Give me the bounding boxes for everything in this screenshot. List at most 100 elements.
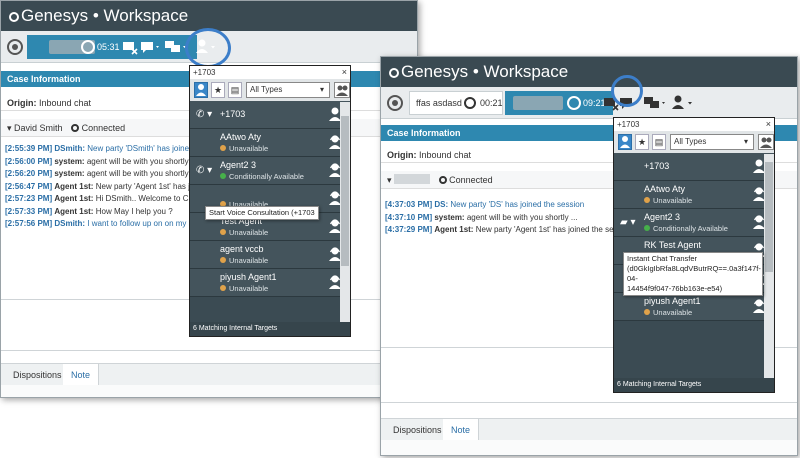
type-filter-value: All Types bbox=[250, 85, 283, 94]
chat-interaction-bar[interactable]: 09:21 bbox=[505, 91, 613, 115]
group-filter-button[interactable] bbox=[758, 134, 774, 150]
title-bar: Genesys • Workspace bbox=[381, 57, 797, 87]
chat-transfer-action-icon[interactable]: ▰ ▾ bbox=[620, 217, 636, 228]
type-filter-select[interactable]: All Types ▾ bbox=[246, 82, 330, 98]
phone-action-icon[interactable]: ✆ ▾ bbox=[196, 109, 212, 120]
status-dot-icon bbox=[644, 225, 650, 231]
status-dot-icon bbox=[644, 197, 650, 203]
party-menu-icon[interactable]: ▾ bbox=[387, 175, 392, 185]
message-text: New party 'DS' has joined the session bbox=[450, 200, 585, 209]
filter-all-button[interactable] bbox=[194, 82, 208, 98]
chat-timer-icon bbox=[567, 96, 581, 110]
message-text: New party 'Agent 1st' has joined the ses… bbox=[475, 225, 633, 234]
voice-consultation-tooltip: Start Voice Consultation (+1703 bbox=[205, 206, 319, 220]
target-name: Agent2 3 bbox=[644, 212, 681, 222]
tooltip-id-line2: 14454f9f047-76bb163e-e54) bbox=[627, 284, 723, 293]
status-text: Unavailable bbox=[229, 228, 269, 237]
target-list-scrollbar[interactable] bbox=[764, 154, 774, 380]
type-filter-select[interactable]: All Types ▾ bbox=[670, 134, 754, 150]
party-status: Connected bbox=[449, 175, 493, 185]
screenshot-before: Genesys • Workspace 05:31 Case Informati… bbox=[0, 0, 418, 398]
chat-transfer-highlight-circle bbox=[611, 75, 643, 107]
target-row[interactable]: ✆ ▾ Agent2 3 Conditionally Available bbox=[190, 157, 350, 185]
message-time: [2:57:56 PM] bbox=[5, 219, 53, 228]
message-time: [4:37:03 PM] bbox=[385, 200, 433, 209]
message-text: agent will be with you shortly ... bbox=[466, 212, 578, 222]
product-name: Workspace bbox=[483, 62, 569, 81]
interaction-bar[interactable]: 05:31 bbox=[27, 35, 197, 59]
popup-filter-bar: ★ ▤ All Types ▾ bbox=[614, 131, 774, 153]
search-input[interactable]: +1703 bbox=[193, 68, 215, 77]
tab-content-area bbox=[1, 385, 417, 397]
transfer-button[interactable] bbox=[671, 95, 695, 111]
target-row[interactable]: ▰ ▾ Agent2 3 Conditionally Available bbox=[614, 209, 774, 237]
origin-value: Inbound chat bbox=[419, 150, 472, 160]
filter-recent-button[interactable]: ▤ bbox=[228, 82, 242, 98]
message-author: system: bbox=[54, 156, 85, 166]
end-chat-button[interactable] bbox=[122, 39, 138, 55]
status-dot-icon bbox=[644, 309, 650, 315]
message-author: Agent 1st: bbox=[54, 206, 94, 216]
message-author: system: bbox=[54, 169, 85, 178]
target-status: Conditionally Available bbox=[220, 172, 304, 181]
target-list-scrollbar[interactable] bbox=[340, 102, 350, 322]
target-status: Unavailable bbox=[220, 144, 268, 153]
origin-label: Origin: bbox=[7, 98, 37, 108]
close-icon[interactable]: × bbox=[766, 118, 771, 131]
target-row[interactable]: +1703 bbox=[614, 153, 774, 181]
status-text: Unavailable bbox=[653, 196, 693, 205]
phone-action-icon[interactable]: ✆ ▾ bbox=[196, 165, 212, 176]
target-status: Unavailable bbox=[644, 308, 692, 317]
target-row[interactable]: ✆ ▾ +1703 bbox=[190, 101, 350, 129]
filter-recent-button[interactable]: ▤ bbox=[652, 134, 666, 150]
target-row[interactable]: agent vccb Unavailable bbox=[190, 241, 350, 269]
tab-dispositions[interactable]: Dispositions bbox=[5, 364, 71, 386]
filter-favorites-button[interactable]: ★ bbox=[635, 134, 649, 150]
target-row[interactable]: piyush Agent1 Unavailable bbox=[614, 293, 774, 321]
target-row[interactable]: piyush Agent1 Unavailable bbox=[190, 269, 350, 297]
party-name-redacted bbox=[513, 96, 563, 110]
message-author: DSmith: bbox=[54, 144, 86, 153]
target-name: Agent2 3 bbox=[220, 160, 257, 170]
popup-search-row: +1703 × bbox=[190, 66, 350, 79]
chat-menu-button[interactable] bbox=[140, 39, 162, 55]
close-icon[interactable]: × bbox=[342, 66, 347, 79]
target-status: Unavailable bbox=[220, 228, 268, 237]
genesys-logo-icon bbox=[9, 12, 19, 22]
person-icon bbox=[620, 136, 630, 148]
filter-all-button[interactable] bbox=[618, 134, 632, 150]
tab-note[interactable]: Note bbox=[63, 364, 100, 386]
global-menu-icon[interactable] bbox=[7, 39, 23, 55]
call-timer-icon bbox=[464, 97, 476, 109]
target-name: RK Test Agent bbox=[644, 240, 701, 250]
popup-search-row: +1703 × bbox=[614, 118, 774, 131]
voice-interaction-bar[interactable]: ffas asdasd 00:21 bbox=[409, 91, 503, 115]
scrollbar-thumb[interactable] bbox=[341, 116, 349, 266]
group-filter-button[interactable] bbox=[334, 82, 350, 98]
target-status: Unavailable bbox=[220, 284, 268, 293]
search-input[interactable]: +1703 bbox=[617, 120, 639, 129]
message-text: agent will be with you shortly ... bbox=[86, 169, 198, 178]
status-dot-icon bbox=[220, 257, 226, 263]
party-name: David Smith bbox=[14, 123, 63, 133]
scrollbar-thumb[interactable] bbox=[765, 162, 773, 272]
end-chat-icon bbox=[123, 42, 138, 55]
status-text: Conditionally Available bbox=[229, 172, 304, 181]
target-row[interactable]: AAtwo Aty Unavailable bbox=[614, 181, 774, 209]
tab-content-area bbox=[381, 440, 797, 455]
chevron-down-icon: ▾ bbox=[743, 137, 748, 146]
group-icon bbox=[760, 137, 772, 148]
origin-label: Origin: bbox=[387, 150, 417, 160]
filter-favorites-button[interactable]: ★ bbox=[211, 82, 225, 98]
conference-button[interactable] bbox=[643, 95, 669, 111]
global-menu-icon[interactable] bbox=[387, 95, 403, 111]
product-name: Workspace bbox=[103, 6, 189, 25]
tab-note[interactable]: Note bbox=[443, 419, 480, 441]
party-menu-icon[interactable]: ▾ bbox=[7, 123, 12, 133]
tab-dispositions[interactable]: Dispositions bbox=[385, 419, 451, 441]
message-author: DSmith: bbox=[54, 219, 86, 228]
star-icon: ★ bbox=[637, 137, 647, 147]
message-text: agent will be with you shortly ... bbox=[86, 156, 198, 166]
message-time: [4:37:29 PM] bbox=[385, 225, 433, 234]
target-row[interactable]: AAtwo Aty Unavailable bbox=[190, 129, 350, 157]
